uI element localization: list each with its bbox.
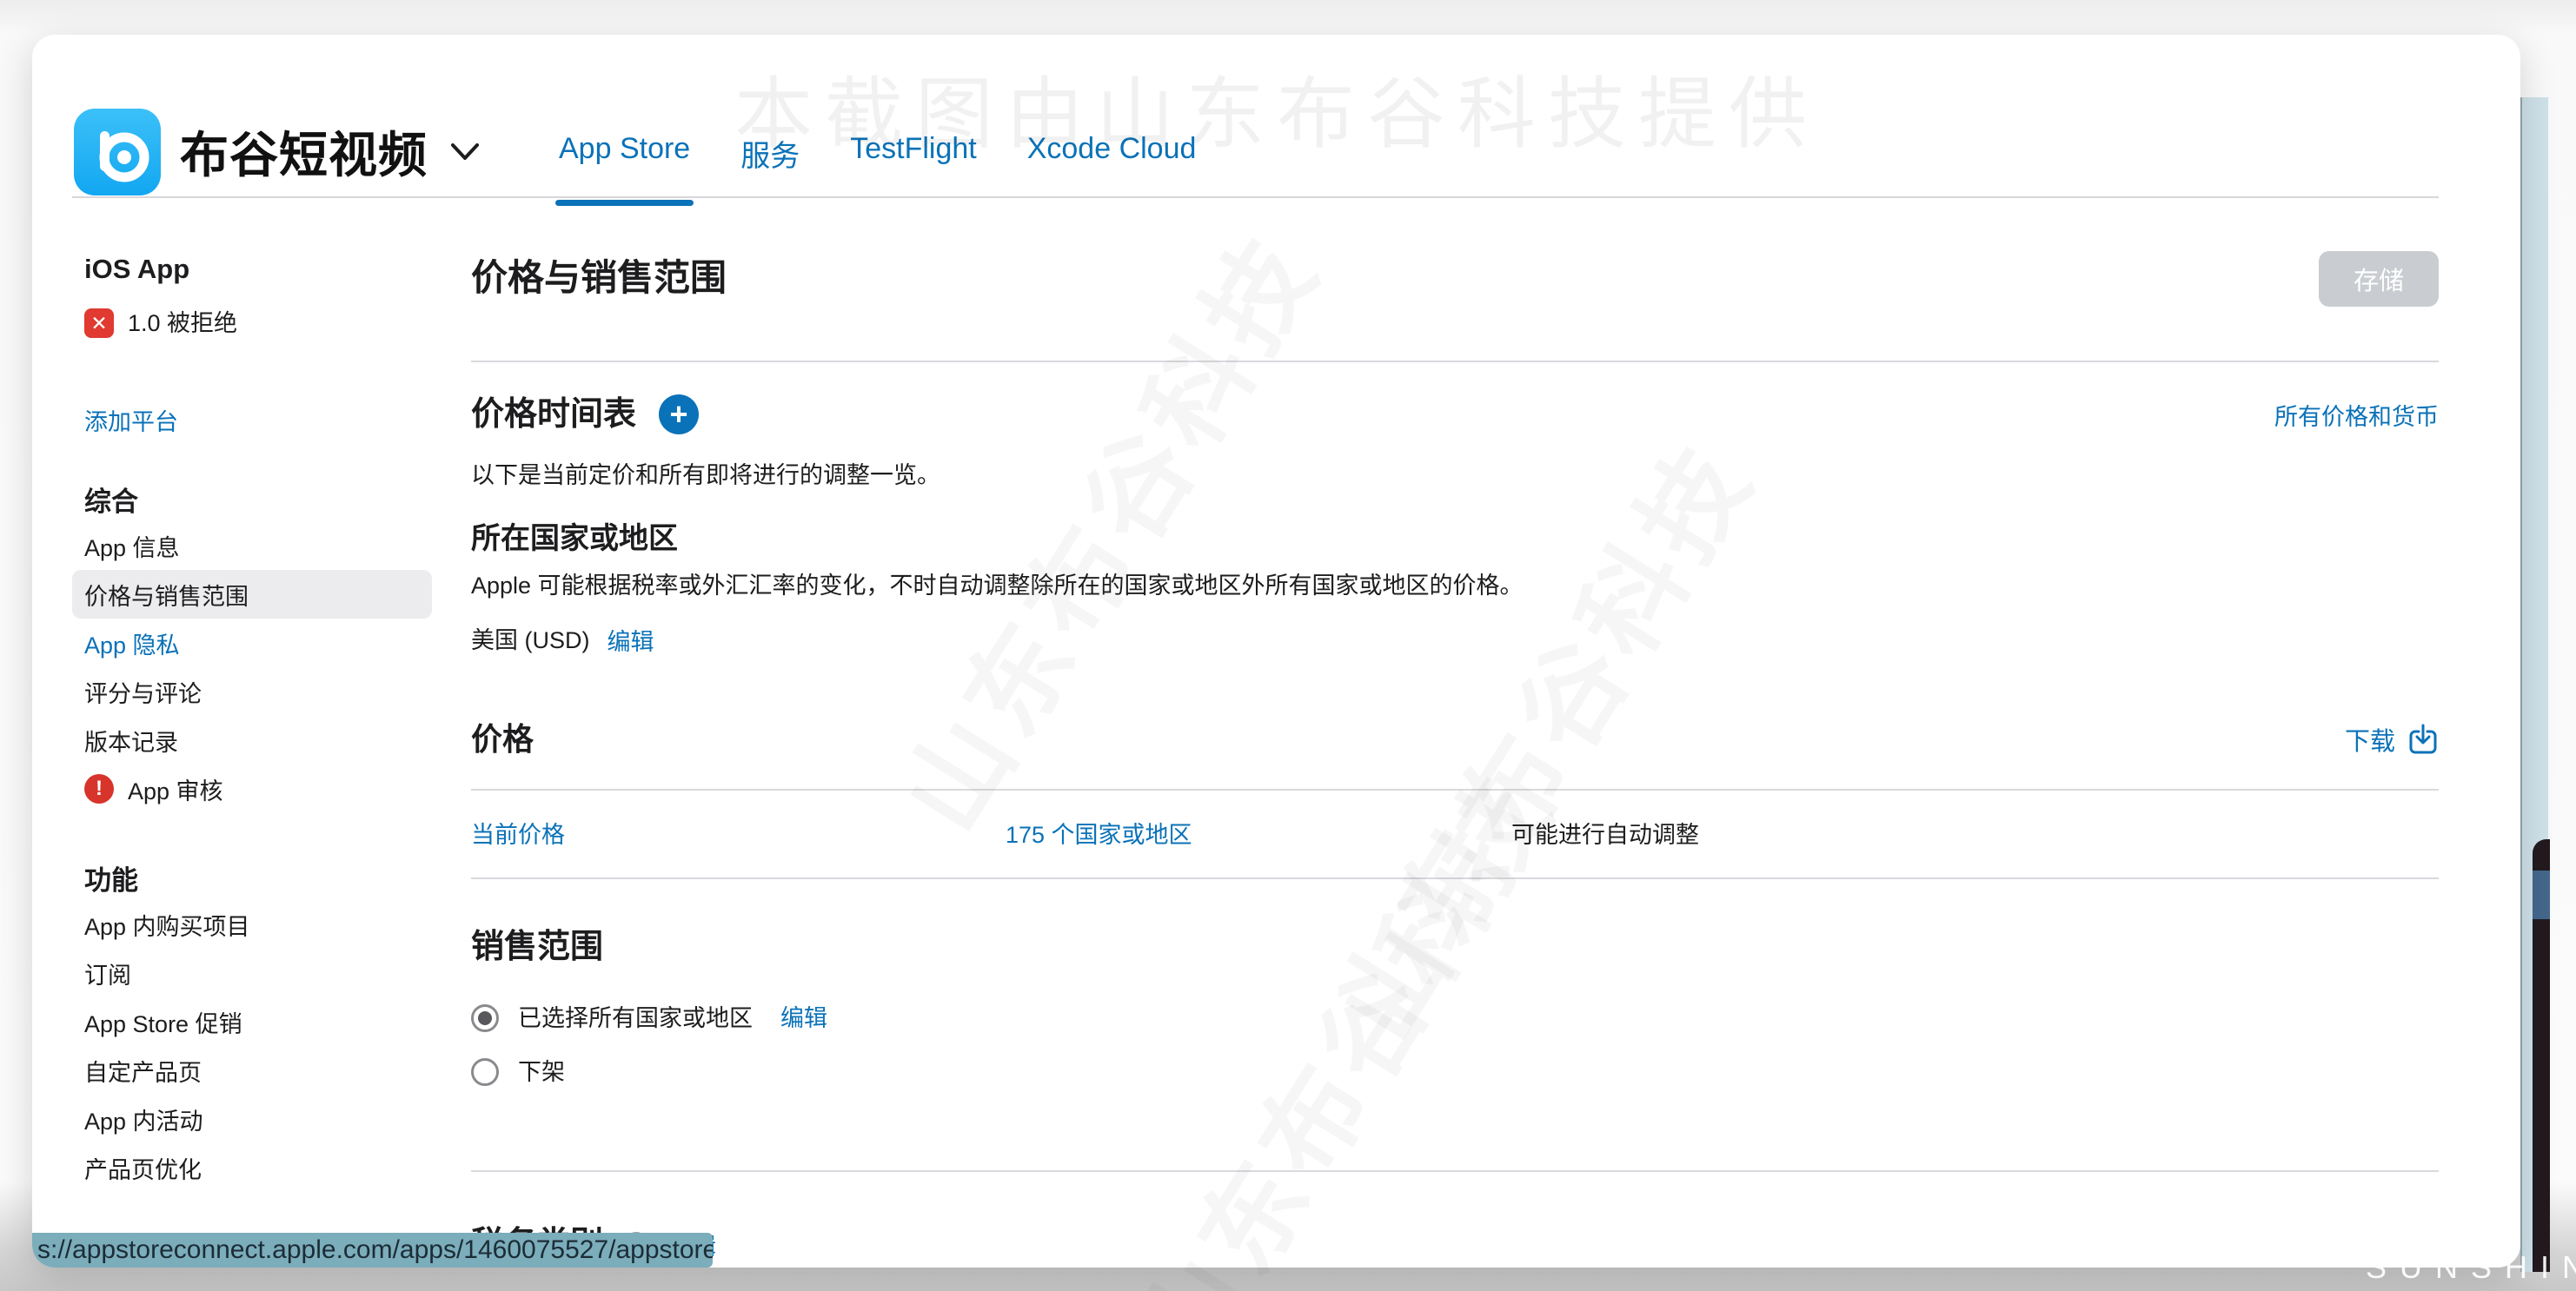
price-schedule-heading: 价格时间表 [471,394,636,435]
price-section-header: 价格 下载 [471,719,2439,759]
save-button[interactable]: 存储 [2319,251,2439,307]
app-title: 布谷短视频 [180,116,428,187]
sidebar-item-iap[interactable]: App 内购买项目 [72,900,432,949]
sidebar-item-label: App 审核 [128,772,223,806]
divider [471,789,2439,791]
add-platform-link[interactable]: 添加平台 [72,407,432,438]
sidebar-item-ratings[interactable]: 评分与评论 [72,667,432,716]
screenshot-stage: 本截图由山东布谷科技提供 山东布谷科技 山东布谷科技 山东布谷科技 SUNSHI… [0,0,2576,1291]
app-logo-icon [74,109,161,195]
price-table-row: 当前价格 175 个国家或地区 可能进行自动调整 [471,820,2439,850]
sidebar-platform-heading: iOS App [72,254,432,285]
download-icon [2407,723,2439,756]
page-title-row: 价格与销售范围 存储 [471,246,2439,300]
availability-heading: 销售范围 [471,926,2439,968]
tab-xcode-cloud[interactable]: Xcode Cloud [1027,132,1197,175]
price-schedule-header: 价格时间表 + 所有价格和货币 [471,394,2439,435]
sidebar-item-app-review[interactable]: ! App 审核 [72,765,432,813]
regions-count-link[interactable]: 175 个国家或地区 [1006,820,1511,850]
tax-category-row: 税务类别 ? 编辑 [471,1223,2439,1265]
divider [471,877,2439,879]
watermark-sunshine: SUNSHINE [2366,1249,2576,1286]
page-title: 价格与销售范围 [471,256,2439,300]
sidebar-item-app-privacy[interactable]: App 隐私 [72,619,432,667]
version-status-label: 1.0 被拒绝 [128,308,237,339]
availability-option-label: 下架 [518,1056,565,1088]
availability-option-all: 已选择所有国家或地区 编辑 [471,1003,2439,1034]
sidebar-item-promotions[interactable]: App Store 促销 [72,997,432,1046]
sidebar-item-custom-product-pages[interactable]: 自定产品页 [72,1046,432,1095]
tab-app-store[interactable]: App Store [559,132,690,175]
price-schedule-heading-group: 价格时间表 + [471,394,699,435]
app-header: 布谷短视频 App Store 服务 TestFlight Xcode Clou… [72,35,2439,198]
sidebar-nav-features: App 内购买项目 订阅 App Store 促销 自定产品页 App 内活动 … [72,900,432,1192]
main-content: 价格与销售范围 存储 价格时间表 + 所有价格和货币 以下是当前定价和所有即将进… [471,246,2439,1265]
sidebar-item-pricing[interactable]: 价格与销售范围 [72,570,432,619]
download-label: 下载 [2345,721,2395,758]
background-phone-edge [2533,839,2550,1272]
version-status-row[interactable]: ✕ 1.0 被拒绝 [72,308,432,339]
base-region-value: 美国 (USD) [471,626,590,655]
sidebar-nav-general: App 信息 价格与销售范围 App 隐私 评分与评论 版本记录 ! App 审… [72,521,432,813]
availability-edit-link[interactable]: 编辑 [780,1003,827,1034]
download-link[interactable]: 下载 [2345,721,2439,758]
auto-adjust-label: 可能进行自动调整 [1511,820,1699,850]
tab-testflight[interactable]: TestFlight [850,132,977,175]
tab-services[interactable]: 服务 [740,132,800,175]
radio-remove-from-sale[interactable] [471,1058,499,1086]
status-bar-url: s://appstoreconnect.apple.com/apps/14600… [32,1233,713,1268]
sidebar-item-product-page-optimization[interactable]: 产品页优化 [72,1143,432,1192]
base-region-description: Apple 可能根据税率或外汇汇率的变化，不时自动调整除所在的国家或地区外所有国… [471,571,2439,600]
divider [471,361,2439,362]
base-region-row: 美国 (USD) 编辑 [471,623,2439,657]
sidebar-section-general: 综合 [72,487,432,518]
sidebar-item-in-app-events[interactable]: App 内活动 [72,1095,432,1143]
price-schedule-description: 以下是当前定价和所有即将进行的调整一览。 [471,460,2439,490]
price-heading: 价格 [471,719,534,759]
app-title-row: 布谷短视频 [180,116,480,187]
base-region-edit-link[interactable]: 编辑 [607,623,654,657]
availability-option-label: 已选择所有国家或地区 [518,1003,753,1034]
all-prices-currencies-link[interactable]: 所有价格和货币 [2274,398,2439,432]
background-phone-band [2533,871,2550,919]
base-region-heading: 所在国家或地区 [471,520,2439,557]
app-store-connect-window: 布谷短视频 App Store 服务 TestFlight Xcode Clou… [32,35,2520,1268]
sidebar: iOS App ✕ 1.0 被拒绝 添加平台 综合 App 信息 价格与销售范围… [72,254,432,1192]
alert-icon: ! [84,774,114,804]
sidebar-item-subscriptions[interactable]: 订阅 [72,949,432,997]
sidebar-section-features: 功能 [72,865,432,897]
radio-all-regions[interactable] [471,1004,499,1032]
current-price-link[interactable]: 当前价格 [471,820,1006,850]
divider [471,1170,2439,1172]
chevron-down-icon[interactable] [450,142,480,162]
sidebar-item-version-history[interactable]: 版本记录 [72,716,432,765]
add-price-change-icon[interactable]: + [659,394,699,434]
sidebar-item-app-info[interactable]: App 信息 [72,521,432,570]
availability-option-removed: 下架 [471,1056,2439,1088]
rejected-status-icon: ✕ [84,308,114,338]
main-nav-tabs: App Store 服务 TestFlight Xcode Cloud [559,132,1196,175]
